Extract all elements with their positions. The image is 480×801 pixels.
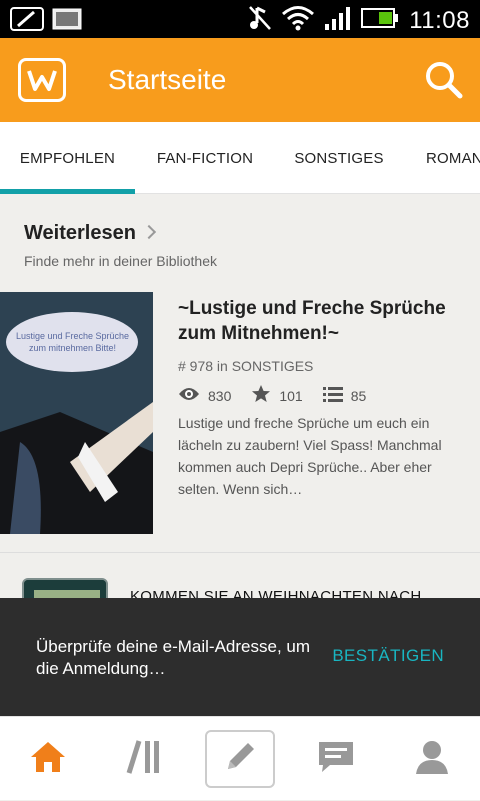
section-subtitle: Finde mehr in deiner Bibliothek	[24, 253, 217, 269]
story-rank: # 978 in SONSTIGES	[178, 358, 314, 374]
nav-write[interactable]	[192, 717, 288, 801]
story-stats: 830 101 85	[178, 384, 376, 407]
eye-icon	[178, 386, 200, 405]
app-bar: Startseite	[0, 38, 480, 122]
nav-messages[interactable]	[288, 717, 384, 801]
write-button[interactable]	[205, 730, 275, 788]
nav-library[interactable]	[96, 717, 192, 801]
messages-icon	[316, 739, 356, 780]
status-bar: 11:08	[0, 0, 480, 38]
wattpad-logo-icon[interactable]	[18, 58, 66, 102]
verify-email-snackbar: Überprüfe deine e-Mail-Adresse, um die A…	[0, 598, 480, 716]
wifi-icon	[281, 4, 315, 37]
divider	[0, 552, 480, 553]
search-icon[interactable]	[424, 60, 464, 100]
home-icon	[29, 740, 67, 779]
library-icon	[125, 739, 163, 780]
story-description: Lustige und freche Sprüche um euch ein l…	[178, 415, 442, 497]
page-title: Startseite	[108, 64, 227, 95]
snackbar-message: Überprüfe deine e-Mail-Adresse, um die A…	[36, 637, 311, 678]
nav-profile[interactable]	[384, 717, 480, 801]
story-title[interactable]: ~Lustige und Freche Sprüche zum Mitnehme…	[178, 296, 460, 346]
star-icon	[251, 384, 271, 407]
image-notification-icon	[52, 6, 82, 37]
profile-icon	[413, 738, 451, 781]
story-cover[interactable]: Lustige und Freche Sprüche zum mitnehmen…	[0, 292, 153, 534]
nav-home[interactable]	[0, 717, 96, 801]
bottom-navigation	[0, 716, 480, 800]
continue-reading-header[interactable]: Weiterlesen Finde mehr in deiner Bibliot…	[24, 222, 454, 269]
story-card[interactable]: Lustige und Freche Sprüche zum mitnehmen…	[0, 292, 480, 536]
mute-icon	[247, 4, 273, 37]
list-icon	[322, 386, 343, 405]
tab-roman[interactable]: ROMAN	[403, 122, 480, 194]
confirm-button[interactable]: BESTÄTIGEN	[332, 646, 444, 666]
section-title: Weiterlesen	[24, 222, 136, 244]
edit-notification-icon	[10, 6, 44, 37]
tab-empfohlen[interactable]: EMPFOHLEN	[0, 122, 135, 194]
cover-text: Lustige und Freche Sprüche zum mitnehmen…	[15, 331, 130, 353]
battery-icon	[361, 6, 401, 35]
signal-icon	[323, 4, 353, 37]
tab-sonstiges[interactable]: SONSTIGES	[275, 122, 403, 194]
clock: 11:08	[409, 6, 470, 34]
chevron-right-icon	[141, 224, 156, 240]
tab-fan-fiction[interactable]: FAN-FICTION	[135, 122, 275, 194]
category-tabs: EMPFOHLEN FAN-FICTION SONSTIGES ROMAN	[0, 122, 480, 194]
parts-count: 85	[350, 387, 367, 404]
pencil-icon	[222, 739, 258, 780]
views-count: 830	[208, 387, 232, 404]
votes-count: 101	[279, 387, 303, 404]
